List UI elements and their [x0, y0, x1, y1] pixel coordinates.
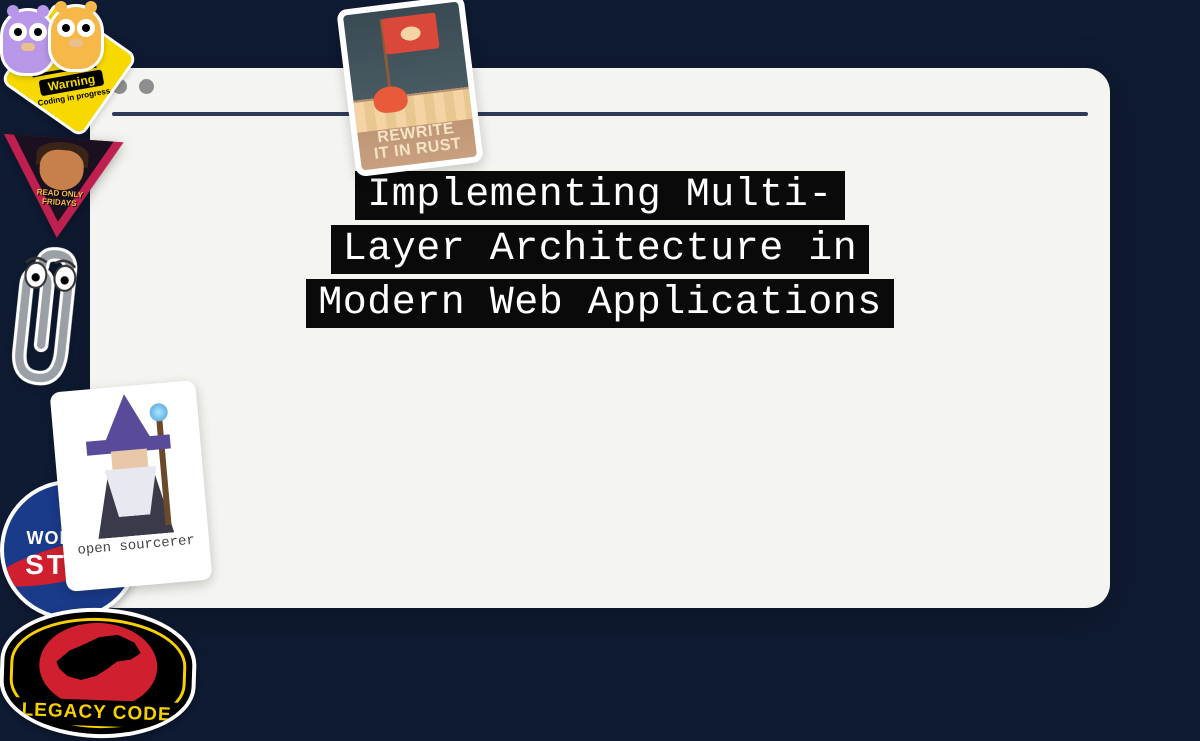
wizard-pixel-icon [68, 390, 190, 539]
clippy-icon [0, 241, 112, 407]
rust-poster: REWRITE IT IN RUST [343, 2, 477, 171]
browser-window [90, 68, 1110, 608]
sticker-legacy-code: LEGACY CODE [0, 605, 198, 741]
sticker-rewrite-in-rust: REWRITE IT IN RUST [336, 0, 484, 177]
jurassic-frame-icon: LEGACY CODE [0, 605, 198, 741]
window-titlebar [90, 68, 1110, 104]
page-title: Implementing Multi-Layer Architecture in… [300, 169, 900, 331]
sticker-clippy [0, 241, 112, 401]
sticker-readonly-fridays: READ ONLY FRIDAYS [0, 134, 124, 250]
legacy-label: LEGACY CODE [2, 697, 191, 730]
header-divider [112, 112, 1088, 116]
gopher-orange-icon [48, 4, 104, 72]
sticker-open-sourcerer: open sourcerer [50, 380, 213, 592]
flag-icon [382, 12, 440, 54]
page-title-text: Implementing Multi-Layer Architecture in… [306, 171, 894, 328]
